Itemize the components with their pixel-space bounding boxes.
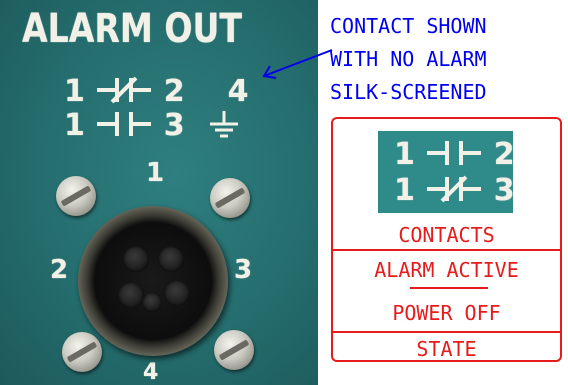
contact-row-1-left: 1	[64, 74, 85, 109]
state-label: STATE	[416, 337, 477, 361]
contact-row-2: 1 3	[64, 108, 241, 143]
state-alarm-active: ALARM ACTIVE	[374, 258, 519, 282]
contact-state-legend: 1 2 1 3 CONTACTS ALARM ACTIVE POWER OFF	[331, 117, 562, 362]
legend-row-1-left: 1	[394, 137, 415, 172]
legend-contact-chip: 1 2 1 3	[378, 131, 515, 213]
pointer-arrow-icon	[262, 49, 333, 79]
legend-row-2-right: 3	[493, 173, 515, 208]
connector-pin	[164, 280, 190, 306]
legend-divider	[333, 249, 560, 251]
state-power-off: POWER OFF	[392, 301, 501, 325]
connector-icon	[78, 206, 228, 356]
contacts-label: CONTACTS	[398, 223, 495, 247]
pin-label-2: 2	[50, 255, 69, 285]
contact-row-2-left: 1	[64, 108, 85, 143]
connector-pin	[158, 246, 184, 272]
pin-4-label-silk: 4	[227, 74, 249, 109]
annotation-line-3: SILK-SCREENED	[330, 80, 487, 104]
contact-row-2-right: 3	[163, 108, 185, 143]
contact-closed-icon	[427, 175, 482, 203]
legend-row-1-right: 2	[493, 137, 515, 172]
screw-icon	[210, 178, 250, 218]
screw-icon	[56, 176, 96, 216]
annotation-line-2: WITH NO ALARM	[330, 47, 487, 71]
annotation-text: CONTACT SHOWN WITH NO ALARM SILK-SCREENE…	[330, 10, 566, 109]
legend-row-1: 1 2	[394, 137, 515, 172]
connector-pin	[142, 292, 162, 312]
state-separator	[410, 287, 488, 289]
contact-row-1-right: 2	[163, 74, 185, 109]
screw-icon	[62, 332, 102, 372]
contact-open-icon	[427, 141, 482, 165]
legend-row-2-left: 1	[394, 173, 415, 208]
connector-pin	[118, 282, 144, 308]
legend-divider	[333, 331, 560, 333]
ground-icon	[210, 111, 239, 138]
contact-closed-icon	[97, 76, 152, 104]
contact-row-1: 1 2 4	[64, 74, 248, 109]
contact-open-icon	[97, 112, 152, 136]
panel-title: ALARM OUT	[22, 6, 242, 52]
screw-icon	[214, 330, 254, 370]
pin-label-4: 4	[143, 360, 159, 385]
legend-row-2: 1 3	[394, 173, 515, 208]
pin-label-3: 3	[234, 255, 253, 285]
connector-pin	[123, 246, 149, 272]
pin-label-1: 1	[146, 158, 165, 188]
annotation-line-1: CONTACT SHOWN	[330, 14, 487, 38]
